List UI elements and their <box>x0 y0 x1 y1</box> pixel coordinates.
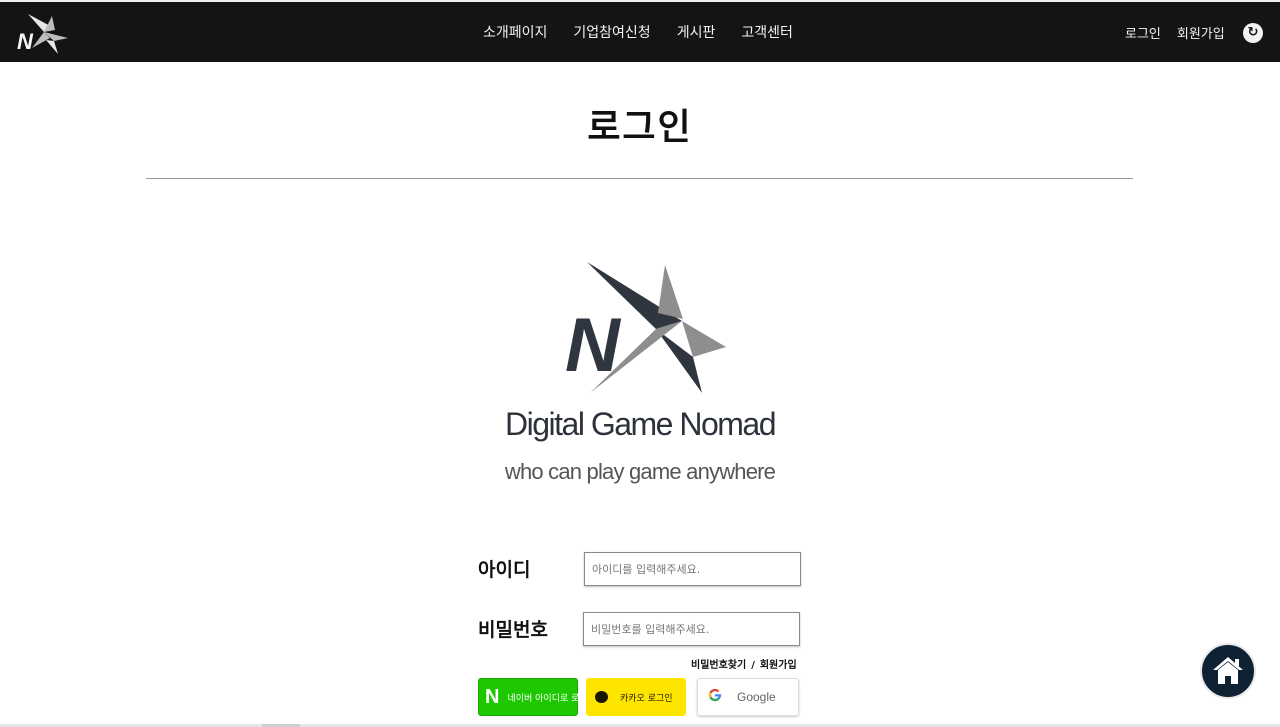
brand-logo-letter: N <box>565 303 622 388</box>
password-label: 비밀번호 <box>478 619 548 641</box>
refresh-icon[interactable]: ↻ <box>1243 23 1263 43</box>
page-title: 로그인 <box>587 107 693 148</box>
find-password-link[interactable]: 비밀번호찾기 <box>691 660 746 671</box>
link-separator: / <box>751 660 755 671</box>
nav-board[interactable]: 게시판 <box>677 22 716 42</box>
kakao-login-label: 카카오 로그인 <box>620 693 673 704</box>
site-logo-letter: N <box>17 29 34 54</box>
id-input[interactable] <box>584 552 801 586</box>
naver-login-button[interactable]: N 네이버 아이디로 로그인 <box>478 678 596 716</box>
nav-signup[interactable]: 회원가입 <box>1177 23 1225 42</box>
nav-company-apply[interactable]: 기업참여신청 <box>573 22 650 42</box>
signup-link[interactable]: 회원가입 <box>760 660 797 671</box>
naver-login-label: 네이버 아이디로 로그인 <box>507 693 596 704</box>
title-divider <box>146 178 1133 179</box>
kakao-login-button[interactable]: 카카오 로그인 <box>586 678 686 716</box>
account-links: 비밀번호찾기 / 회원가입 <box>691 656 797 671</box>
google-login-button[interactable]: Google <box>697 678 799 716</box>
nav-about[interactable]: 소개페이지 <box>483 22 547 42</box>
brand-name: Digital Game Nomad <box>505 406 777 442</box>
id-label: 아이디 <box>478 559 531 581</box>
nav-support[interactable]: 고객센터 <box>741 22 793 42</box>
password-input[interactable] <box>583 612 800 646</box>
naver-icon: N <box>485 685 500 708</box>
nav-login[interactable]: 로그인 <box>1125 23 1161 42</box>
auth-nav: 로그인 회원가입 <box>1125 2 1241 62</box>
home-icon <box>1213 657 1243 684</box>
main-nav: 소개페이지 기업참여신청 게시판 고객센터 <box>483 2 819 62</box>
google-g-svg <box>708 688 722 702</box>
site-logo[interactable]: N <box>14 10 70 56</box>
top-navigation-bar: N 소개페이지 기업참여신청 게시판 고객센터 로그인 회원가입 ↻ <box>0 0 1280 62</box>
speech-bubble-icon <box>595 691 608 703</box>
google-login-label: Google <box>737 690 776 704</box>
brand-logo: N <box>565 262 726 393</box>
google-g-icon <box>707 687 723 707</box>
home-button[interactable] <box>1200 643 1256 699</box>
brand-tagline: who can play game anywhere <box>504 459 776 484</box>
